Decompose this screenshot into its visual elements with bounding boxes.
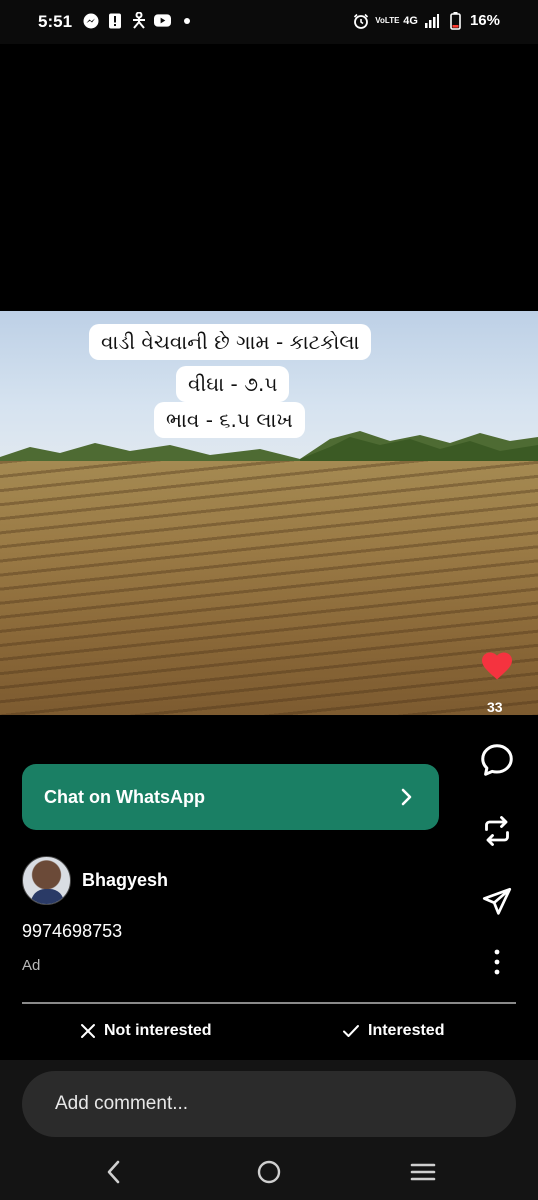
post-media[interactable]: વાડી વેચવાની છે ગામ - કાટકોલા વીઘા - ૭.૫… (0, 311, 538, 715)
recents-icon (410, 1163, 436, 1181)
status-bar: 5:51 VoLTE 4G 16% (0, 0, 538, 44)
chevron-right-icon (401, 788, 412, 806)
caption-line-2: વીઘા - ૭.૫ (176, 366, 290, 402)
chat-on-whatsapp-button[interactable]: Chat on WhatsApp (22, 764, 439, 830)
like-heart-icon[interactable] (479, 648, 515, 684)
more-options-button[interactable] (477, 942, 517, 982)
interested-button[interactable]: Interested (342, 1022, 444, 1040)
post-body-text: 9974698753 (22, 921, 123, 941)
not-interested-label: Not interested (104, 1022, 212, 1039)
repost-icon (485, 816, 509, 846)
comment-bubble-icon (481, 744, 513, 776)
network-type: 4G (403, 14, 418, 27)
battery-icon (447, 11, 464, 30)
close-icon (81, 1024, 95, 1038)
dot-icon (178, 12, 195, 29)
avatar[interactable] (22, 856, 71, 905)
back-icon (107, 1160, 120, 1184)
checkmark-icon (343, 1025, 359, 1037)
status-time: 5:51 (38, 12, 73, 31)
share-button[interactable] (477, 882, 517, 922)
divider (22, 1002, 516, 1004)
media-field (0, 461, 538, 715)
comment-placeholder: Add comment... (55, 1093, 189, 1114)
not-interested-button[interactable]: Not interested (80, 1022, 212, 1040)
caption-line-1: વાડી વેચવાની છે ગામ - કાટકોલા (89, 324, 372, 360)
avatar-figure (31, 889, 64, 904)
alarm-icon (352, 12, 369, 29)
alert-icon (106, 12, 123, 29)
signal-icon (424, 12, 441, 29)
cta-label: Chat on WhatsApp (44, 786, 205, 807)
username[interactable]: Bhagyesh (82, 870, 168, 891)
comment-input[interactable]: Add comment... (22, 1071, 516, 1137)
battery-percent: 16% (469, 12, 500, 29)
like-count: 33 (487, 699, 503, 715)
send-icon (482, 887, 512, 915)
repost-button[interactable] (477, 811, 517, 851)
nav-recents-button[interactable] (405, 1156, 441, 1188)
media-letterbox (0, 44, 538, 311)
more-vertical-icon (494, 949, 500, 975)
accessibility-icon (130, 12, 147, 29)
ad-label: Ad (22, 957, 41, 974)
interested-label: Interested (368, 1022, 445, 1039)
messenger-icon (82, 12, 99, 29)
nav-back-button[interactable] (96, 1156, 132, 1188)
nav-home-button[interactable] (251, 1156, 287, 1188)
youtube-icon (154, 12, 171, 29)
volte-indicator: VoLTE (375, 16, 400, 25)
home-icon (257, 1160, 281, 1184)
caption-line-3: ભાવ - ૬.૫ લાખ (154, 402, 305, 438)
comment-button[interactable] (477, 740, 517, 780)
